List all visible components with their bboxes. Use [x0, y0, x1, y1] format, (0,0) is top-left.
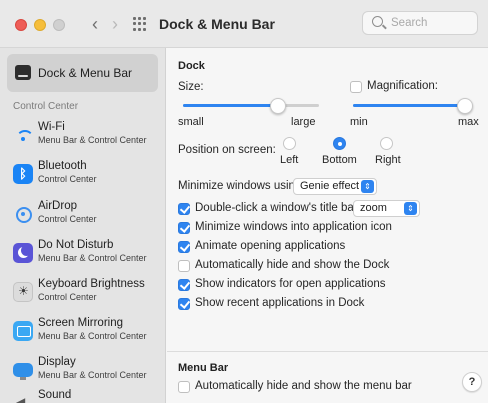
sidebar-item-sublabel: Menu Bar & Control Center — [38, 135, 147, 145]
sidebar-item-sublabel: Menu Bar & Control Center — [38, 331, 147, 341]
search-input[interactable] — [391, 15, 471, 31]
sidebar-item-sublabel: Menu Bar & Control Center — [38, 370, 147, 380]
size-max-label: large — [291, 116, 316, 128]
position-right-radio[interactable] — [380, 137, 393, 150]
sidebar-item-label: Bluetooth — [38, 160, 87, 172]
help-button[interactable]: ? — [462, 372, 482, 392]
forward-button[interactable]: › — [105, 13, 125, 35]
size-min-label: small — [178, 116, 204, 128]
show-indicators-checkbox[interactable] — [178, 279, 190, 291]
position-right-label: Right — [375, 154, 401, 166]
autohide-dock-checkbox[interactable] — [178, 260, 190, 272]
sidebar-item-label: Screen Mirroring — [38, 317, 123, 329]
autohide-menu-bar-checkbox[interactable] — [178, 381, 190, 393]
position-bottom-radio[interactable] — [333, 137, 346, 150]
magnification-label: Magnification: — [367, 80, 438, 92]
show-all-grid-icon[interactable] — [133, 17, 147, 31]
minimize-into-icon-checkbox[interactable] — [178, 222, 190, 234]
sidebar-item-label: Dock & Menu Bar — [38, 66, 133, 80]
section-divider — [167, 351, 488, 352]
sidebar-item-label: Display — [38, 356, 76, 368]
display-icon — [13, 363, 33, 380]
screen-mirroring-icon — [13, 321, 33, 341]
close-button[interactable] — [15, 19, 27, 31]
double-click-checkbox[interactable] — [178, 203, 190, 215]
dock-heading: Dock — [178, 60, 205, 72]
moon-icon — [13, 243, 33, 263]
title-bar: ‹ › Dock & Menu Bar — [0, 0, 488, 48]
minimize-into-icon-label: Minimize windows into application icon — [195, 221, 392, 233]
sidebar-item-label: Sound — [38, 389, 72, 401]
airdrop-icon — [13, 204, 33, 224]
size-slider-knob[interactable] — [270, 98, 287, 114]
autohide-dock-label: Automatically hide and show the Dock — [195, 259, 390, 271]
zoom-button[interactable] — [53, 19, 65, 31]
magnification-max-label: max — [458, 116, 479, 128]
magnification-slider-track[interactable] — [353, 104, 465, 107]
magnification-slider-knob[interactable] — [457, 98, 473, 114]
sidebar-item-screen-mirroring[interactable]: Screen Mirroring Menu Bar & Control Cent… — [7, 316, 162, 346]
minimize-effect-value: Genie effect — [300, 180, 360, 192]
sidebar-item-sublabel: Control Center — [38, 174, 97, 184]
sidebar-item-do-not-disturb[interactable]: Do Not Disturb Menu Bar & Control Center — [7, 238, 162, 268]
minimize-effect-popup[interactable]: Genie effect ⇕ — [293, 178, 377, 195]
sidebar-item-sublabel: Control Center — [38, 214, 97, 224]
magnification-checkbox[interactable] — [350, 81, 362, 93]
chevron-updown-icon: ⇕ — [361, 180, 374, 193]
sidebar-item-airdrop[interactable]: AirDrop Control Center — [7, 199, 162, 229]
menu-bar-heading: Menu Bar — [178, 362, 229, 374]
sidebar-item-label: Do Not Disturb — [38, 239, 114, 251]
sidebar-section-header: Control Center — [13, 101, 79, 112]
magnification-min-label: min — [350, 116, 368, 128]
sidebar-item-keyboard-brightness[interactable]: Keyboard Brightness Control Center — [7, 277, 162, 307]
position-bottom-label: Bottom — [322, 154, 357, 166]
show-recent-apps-checkbox[interactable] — [178, 298, 190, 310]
search-field[interactable] — [362, 11, 478, 35]
sidebar: Dock & Menu Bar Control Center Wi-Fi Men… — [0, 48, 166, 403]
sidebar-item-label: Keyboard Brightness — [38, 278, 145, 290]
minimize-label: Minimize windows using: — [178, 180, 305, 192]
position-label: Position on screen: — [178, 144, 276, 156]
show-indicators-label: Show indicators for open applications — [195, 278, 386, 290]
speaker-icon — [13, 393, 33, 403]
position-left-label: Left — [280, 154, 299, 166]
animate-opening-label: Animate opening applications — [195, 240, 346, 252]
system-preferences-window: ‹ › Dock & Menu Bar Dock & Menu Bar Cont… — [0, 0, 488, 403]
minimize-button[interactable] — [34, 19, 46, 31]
double-click-action-value: zoom — [360, 202, 387, 214]
sidebar-item-sublabel: Menu Bar & Control Center — [38, 253, 147, 263]
sidebar-item-label: Wi-Fi — [38, 121, 65, 133]
animate-opening-checkbox[interactable] — [178, 241, 190, 253]
bluetooth-icon: ᛒ — [13, 164, 33, 184]
size-label: Size: — [178, 81, 204, 93]
double-click-action-popup[interactable]: zoom ⇕ — [353, 200, 420, 217]
magnification-slider-fill — [353, 104, 465, 107]
size-slider-fill — [183, 104, 279, 107]
show-recent-apps-label: Show recent applications in Dock — [195, 297, 365, 309]
autohide-menu-bar-label: Automatically hide and show the menu bar — [195, 380, 412, 392]
back-button[interactable]: ‹ — [85, 13, 105, 35]
sidebar-item-sound[interactable]: Sound — [7, 388, 162, 403]
sidebar-item-wifi[interactable]: Wi-Fi Menu Bar & Control Center — [7, 120, 162, 150]
sidebar-item-dock-menu-bar[interactable]: Dock & Menu Bar — [7, 54, 158, 92]
position-left-radio[interactable] — [283, 137, 296, 150]
dock-menu-bar-pane: Dock Size: Magnification: small large mi… — [167, 48, 488, 403]
sidebar-item-sublabel: Control Center — [38, 292, 97, 302]
chevron-updown-icon: ⇕ — [404, 202, 417, 215]
size-slider-track[interactable] — [183, 104, 319, 107]
keyboard-brightness-icon — [13, 282, 33, 302]
wifi-icon — [13, 125, 34, 145]
search-icon — [372, 16, 383, 27]
dock-icon — [15, 65, 31, 80]
sidebar-item-label: AirDrop — [38, 200, 77, 212]
window-title: Dock & Menu Bar — [159, 16, 275, 32]
sidebar-item-bluetooth[interactable]: ᛒ Bluetooth Control Center — [7, 159, 162, 189]
double-click-label: Double-click a window's title bar to — [195, 202, 371, 214]
sidebar-item-display[interactable]: Display Menu Bar & Control Center — [7, 355, 162, 385]
